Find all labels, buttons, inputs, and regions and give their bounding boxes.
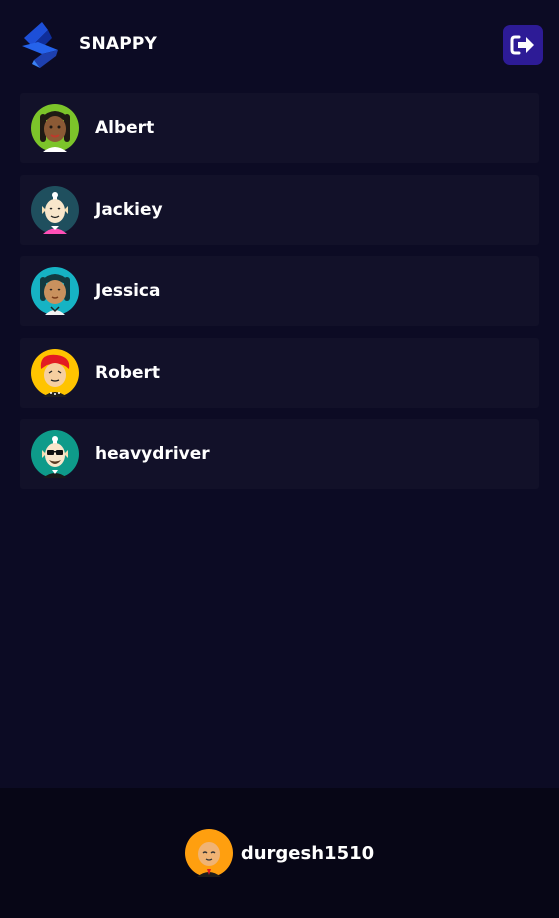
contact-item-robert[interactable]: Robert [20, 337, 539, 408]
avatar-green-dreadlocks-icon [31, 104, 79, 152]
contact-name: Robert [95, 362, 160, 383]
snappy-logo-icon [22, 22, 58, 68]
contact-name: heavydriver [95, 444, 210, 464]
avatar-cyan-dreadlocks-icon [31, 267, 79, 315]
avatar-orange-icon [184, 829, 233, 877]
avatar-red-hair-icon [31, 348, 79, 397]
contact-item-heavydriver[interactable]: heavydriver [20, 419, 539, 489]
contact-name: Jessica [95, 281, 161, 301]
current-user-bar: durgesh1510 [0, 788, 559, 918]
brand-name: SNAPPY [79, 34, 158, 54]
current-username: durgesh1510 [240, 842, 375, 864]
contact-item-jessica[interactable]: Jessica [20, 256, 539, 326]
contact-item-albert[interactable]: Albert [20, 93, 539, 163]
contact-name: Albert [95, 118, 155, 138]
header: SNAPPY [0, 0, 559, 90]
avatar-teal-bald-icon [31, 185, 79, 234]
contact-list: Albert Jackiey Jessica Robert heavydrive… [20, 93, 539, 501]
avatar-sunglasses-icon [31, 430, 79, 478]
logout-icon [510, 35, 534, 55]
logout-button[interactable] [503, 25, 543, 65]
contact-item-jackiey[interactable]: Jackiey [20, 174, 539, 245]
contact-name: Jackiey [95, 199, 163, 220]
